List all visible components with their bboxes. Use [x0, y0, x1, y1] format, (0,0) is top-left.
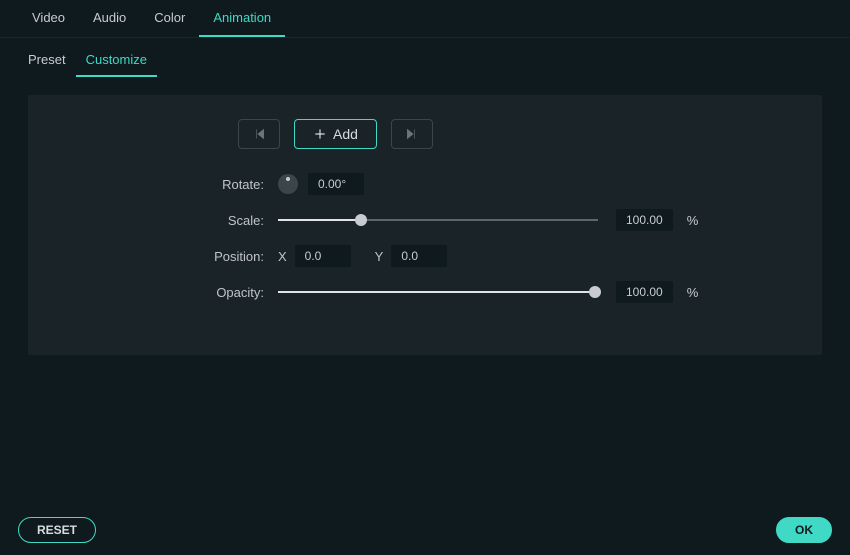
- tab-animation[interactable]: Animation: [199, 0, 285, 37]
- plus-icon: [313, 127, 327, 141]
- rotate-label: Rotate:: [68, 177, 278, 192]
- rotate-dial[interactable]: [278, 174, 298, 194]
- scale-row: Scale: 100.00 %: [68, 209, 782, 231]
- position-y-value[interactable]: 0.0: [391, 245, 447, 267]
- sub-tab-customize[interactable]: Customize: [76, 38, 157, 77]
- footer-bar: RESET OK: [0, 517, 850, 543]
- keyframe-controls: Add: [238, 119, 782, 149]
- rotate-value[interactable]: 0.00°: [308, 173, 364, 195]
- reset-button[interactable]: RESET: [18, 517, 96, 543]
- opacity-row: Opacity: 100.00 %: [68, 281, 782, 303]
- tab-audio[interactable]: Audio: [79, 0, 140, 37]
- properties-panel: Add Rotate: 0.00° Scale: 100.00 % Positi…: [28, 95, 822, 355]
- add-keyframe-label: Add: [333, 126, 358, 142]
- position-row: Position: X 0.0 Y 0.0: [68, 245, 782, 267]
- tab-video[interactable]: Video: [18, 0, 79, 37]
- opacity-slider-fill: [278, 291, 595, 293]
- scale-slider[interactable]: [278, 210, 598, 230]
- sub-tabs: Preset Customize: [0, 38, 850, 77]
- scale-value[interactable]: 100.00: [616, 209, 673, 231]
- scale-slider-fill: [278, 219, 361, 221]
- opacity-slider[interactable]: [278, 282, 598, 302]
- opacity-label: Opacity:: [68, 285, 278, 300]
- prev-keyframe-button[interactable]: [238, 119, 280, 149]
- position-y-label: Y: [375, 249, 384, 264]
- scale-label: Scale:: [68, 213, 278, 228]
- position-x-value[interactable]: 0.0: [295, 245, 351, 267]
- skip-back-icon: [252, 127, 266, 141]
- position-label: Position:: [68, 249, 278, 264]
- add-keyframe-button[interactable]: Add: [294, 119, 377, 149]
- tab-color[interactable]: Color: [140, 0, 199, 37]
- ok-button[interactable]: OK: [776, 517, 832, 543]
- next-keyframe-button[interactable]: [391, 119, 433, 149]
- sub-tab-preset[interactable]: Preset: [18, 38, 76, 77]
- position-x-label: X: [278, 249, 287, 264]
- main-tabs: Video Audio Color Animation: [0, 0, 850, 38]
- scale-unit: %: [687, 213, 699, 228]
- opacity-slider-thumb[interactable]: [589, 286, 601, 298]
- scale-slider-thumb[interactable]: [355, 214, 367, 226]
- opacity-unit: %: [687, 285, 699, 300]
- skip-forward-icon: [405, 127, 419, 141]
- rotate-row: Rotate: 0.00°: [68, 173, 782, 195]
- opacity-value[interactable]: 100.00: [616, 281, 673, 303]
